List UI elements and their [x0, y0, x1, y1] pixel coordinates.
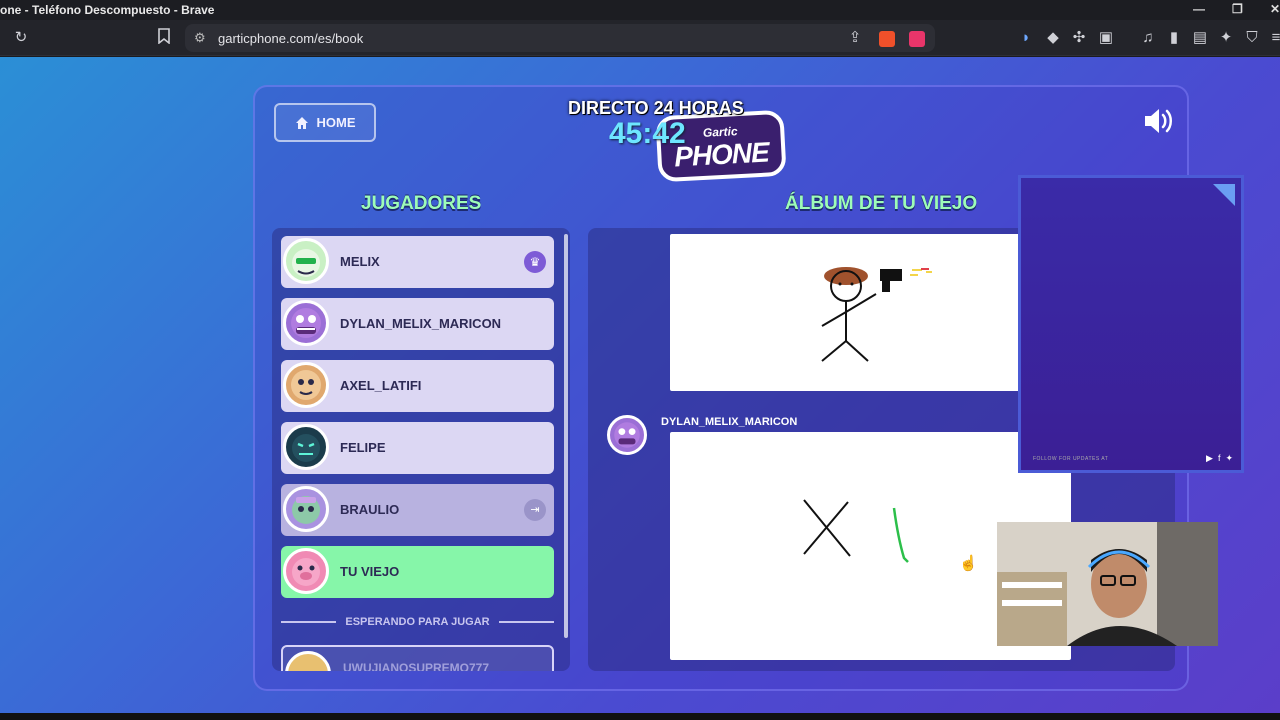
- player-name: FELIPE: [340, 440, 386, 455]
- player-avatar: [283, 548, 329, 594]
- exit-icon[interactable]: ⇥: [524, 499, 546, 521]
- player-row-current[interactable]: TU VIEJO: [281, 546, 554, 598]
- players-title: JUGADORES: [361, 193, 482, 214]
- twitter-icon: ✦: [1225, 453, 1233, 463]
- social-icons: ▶ f ✦: [1206, 453, 1233, 464]
- game-page: HOME Gartic PHONE DIRECTO 24 HORAS 45:42…: [0, 57, 1280, 713]
- site-settings-icon[interactable]: ⚙: [194, 30, 206, 46]
- window-title: one - Teléfono Descompuesto - Brave: [0, 3, 215, 17]
- facebook-icon: f: [1217, 453, 1221, 463]
- player-row[interactable]: BRAULIO ⇥: [281, 484, 554, 536]
- album-drawing-1: [670, 234, 1071, 391]
- mouse-cursor-icon: ☝: [959, 555, 978, 572]
- media-icon[interactable]: ♫: [1138, 28, 1158, 48]
- minimize-icon[interactable]: —: [1193, 2, 1205, 16]
- brave-rewards-icon[interactable]: [909, 31, 925, 47]
- url-text[interactable]: garticphone.com/es/book: [218, 31, 363, 46]
- player-row[interactable]: AXEL_LATIFI: [281, 360, 554, 412]
- vpn-icon[interactable]: ⛉: [1242, 28, 1262, 48]
- waiting-divider: ESPERANDO PARA JUGAR: [281, 614, 554, 634]
- player-avatar: [285, 651, 331, 671]
- home-label: HOME: [316, 115, 356, 130]
- player-avatar: [283, 486, 329, 532]
- webcam-feed: [997, 522, 1218, 646]
- author-name: DYLAN_MELIX_MARICON: [661, 416, 798, 428]
- corner-decoration: [1213, 184, 1235, 206]
- address-bar[interactable]: ⚙ garticphone.com/es/book ⇪: [185, 24, 935, 52]
- player-name: AXEL_LATIFI: [340, 378, 422, 393]
- home-button[interactable]: HOME: [274, 103, 376, 142]
- player-name: MELIX: [340, 254, 380, 269]
- reload-icon[interactable]: ↻: [11, 28, 31, 48]
- players-scrollbar[interactable]: [564, 234, 568, 638]
- window-titlebar: one - Teléfono Descompuesto - Brave — ❐ …: [0, 0, 1280, 20]
- speaker-icon[interactable]: [1143, 107, 1175, 135]
- bookmark-icon[interactable]: [154, 28, 174, 48]
- waiting-player-row[interactable]: UWUJIANOSUPREMO777: [281, 645, 554, 671]
- player-name: TU VIEJO: [340, 564, 400, 579]
- extension-icon[interactable]: ◆: [1043, 28, 1063, 48]
- follow-text: FOLLOW FOR UPDATES AT: [1033, 456, 1109, 462]
- youtube-icon: ▶: [1206, 453, 1213, 463]
- screenshot-icon[interactable]: ▣: [1096, 28, 1116, 48]
- player-avatar: [283, 362, 329, 408]
- restore-icon[interactable]: ❐: [1232, 2, 1243, 16]
- author-avatar: [607, 415, 647, 455]
- player-row[interactable]: MELIX ♛: [281, 236, 554, 288]
- browser-toolbar: ↻ ⚙ garticphone.com/es/book ⇪ ◗ ◆ ✣ ▣ ♫ …: [0, 20, 1280, 56]
- menu-icon[interactable]: ≡: [1266, 28, 1280, 48]
- stream-title: DIRECTO 24 HORAS: [568, 98, 744, 118]
- home-icon: [295, 116, 309, 130]
- audio-playing-icon[interactable]: ◗: [1016, 28, 1036, 48]
- stream-timer: 45:42: [609, 117, 686, 150]
- extensions-puzzle-icon[interactable]: ✣: [1069, 28, 1089, 48]
- host-crown-icon: ♛: [524, 251, 546, 273]
- player-avatar: [283, 238, 329, 284]
- brave-shields-icon[interactable]: [879, 31, 895, 47]
- player-avatar: [283, 424, 329, 470]
- player-name: DYLAN_MELIX_MARICON: [340, 316, 502, 331]
- player-avatar: [283, 300, 329, 346]
- sidebar-icon[interactable]: ▮: [1164, 28, 1184, 48]
- wallet-icon[interactable]: ▤: [1190, 28, 1210, 48]
- waiting-label: ESPERANDO PARA JUGAR: [345, 616, 490, 628]
- player-row[interactable]: FELIPE: [281, 422, 554, 474]
- player-row[interactable]: DYLAN_MELIX_MARICON: [281, 298, 554, 350]
- album-title: ÁLBUM DE TU VIEJO: [785, 193, 978, 214]
- close-icon[interactable]: ✕: [1270, 2, 1280, 16]
- taskbar-strip: [0, 713, 1280, 720]
- player-name: BRAULIO: [340, 502, 400, 517]
- players-panel: MELIX ♛ DYLAN_MELIX_MARICON AXEL_LATIFI …: [272, 228, 570, 671]
- leo-ai-icon[interactable]: ✦: [1216, 28, 1236, 48]
- player-name: UWUJIANOSUPREMO777: [343, 661, 490, 671]
- stream-overlay-panel: FOLLOW FOR UPDATES AT ▶ f ✦: [1018, 175, 1244, 473]
- share-icon[interactable]: ⇪: [845, 28, 865, 48]
